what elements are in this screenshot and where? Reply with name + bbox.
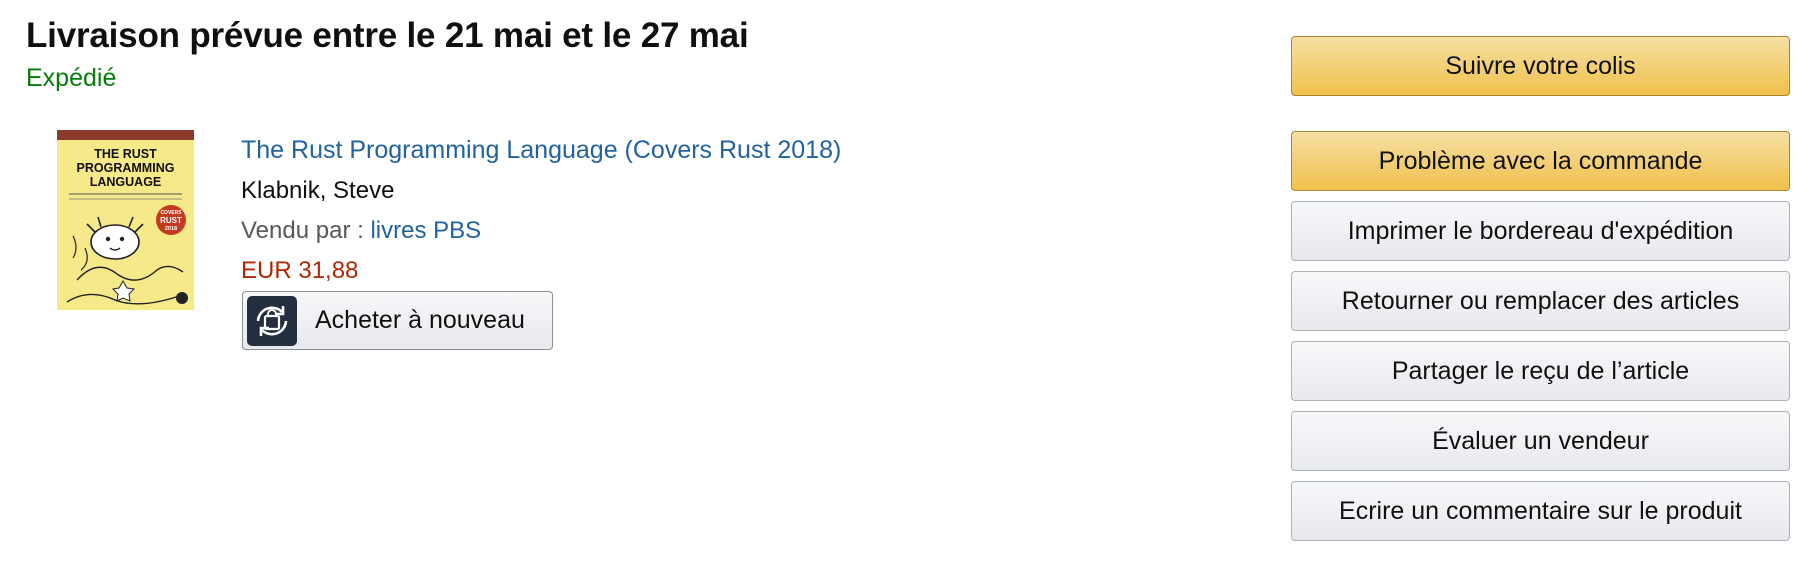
- buy-again-button[interactable]: Acheter à nouveau: [242, 291, 553, 350]
- cover-title-line-2: PROGRAMMING: [77, 161, 175, 175]
- book-cover-image[interactable]: THE RUST PROGRAMMING LANGUAGE COVERS RUS…: [57, 130, 194, 310]
- cover-title-line-1: THE RUST: [94, 147, 157, 161]
- product-seller: Vendu par : livres PBS: [241, 215, 481, 247]
- share-item-receipt-button[interactable]: Partager le reçu de l’article: [1291, 341, 1790, 401]
- product-title-link[interactable]: The Rust Programming Language (Covers Ru…: [241, 134, 841, 166]
- cover-title-line-3: LANGUAGE: [90, 175, 162, 189]
- buy-again-label: Acheter à nouveau: [315, 306, 525, 334]
- shipment-status: Expédié: [26, 64, 117, 92]
- product-author: Klabnik, Steve: [241, 177, 395, 204]
- order-problem-button[interactable]: Problème avec la commande: [1291, 131, 1790, 191]
- seller-link[interactable]: livres PBS: [370, 217, 481, 244]
- write-product-review-button[interactable]: Ecrire un commentaire sur le produit: [1291, 481, 1790, 541]
- cover-badge-line-3: 2018: [165, 226, 177, 232]
- track-package-button[interactable]: Suivre votre colis: [1291, 36, 1790, 96]
- print-shipping-slip-button[interactable]: Imprimer le bordereau d'expédition: [1291, 201, 1790, 261]
- product-price: EUR 31,88: [241, 257, 359, 284]
- rate-seller-button[interactable]: Évaluer un vendeur: [1291, 411, 1790, 471]
- delivery-title: Livraison prévue entre le 21 mai et le 2…: [26, 16, 749, 55]
- buy-again-icon: [247, 295, 297, 346]
- cover-badge-line-2: RUST: [160, 216, 182, 225]
- return-replace-items-button[interactable]: Retourner ou remplacer des articles: [1291, 271, 1790, 331]
- seller-prefix: Vendu par :: [241, 217, 371, 244]
- order-card: Livraison prévue entre le 21 mai et le 2…: [0, 0, 1804, 566]
